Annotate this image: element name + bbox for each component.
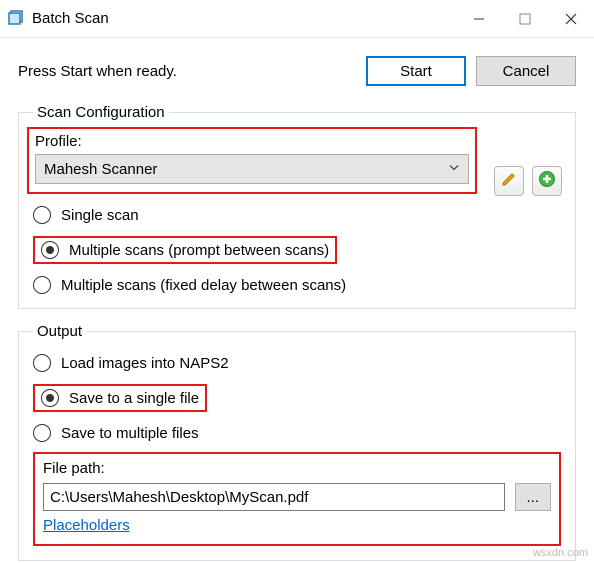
- radio-label: Save to multiple files: [61, 425, 199, 442]
- profile-select-value: Mahesh Scanner: [44, 161, 157, 178]
- radio-icon: [33, 206, 51, 224]
- browse-label: ...: [527, 489, 540, 506]
- close-button[interactable]: [548, 0, 594, 37]
- radio-label: Multiple scans (prompt between scans): [69, 242, 329, 259]
- radio-single-scan[interactable]: Single scan: [33, 206, 561, 224]
- app-icon: [8, 8, 26, 30]
- radio-icon: [33, 276, 51, 294]
- radio-label: Save to a single file: [69, 390, 199, 407]
- filepath-label: File path:: [43, 460, 551, 477]
- radio-icon: [33, 424, 51, 442]
- radio-icon: [41, 241, 59, 259]
- radio-icon: [33, 354, 51, 372]
- radio-label: Single scan: [61, 207, 139, 224]
- window-title: Batch Scan: [32, 10, 456, 27]
- pencil-icon: [500, 170, 518, 192]
- chevron-down-icon: [448, 161, 460, 178]
- radio-label: Multiple scans (fixed delay between scan…: [61, 277, 346, 294]
- radio-save-single[interactable]: Save to a single file: [33, 384, 207, 412]
- plus-icon: [538, 170, 556, 192]
- filepath-input[interactable]: C:\Users\Mahesh\Desktop\MyScan.pdf: [43, 483, 505, 511]
- radio-multiple-fixed[interactable]: Multiple scans (fixed delay between scan…: [33, 276, 561, 294]
- browse-button[interactable]: ...: [515, 483, 551, 511]
- output-group: Output Load images into NAPS2 Save to a …: [18, 323, 576, 561]
- radio-label: Load images into NAPS2: [61, 355, 229, 372]
- scan-configuration-legend: Scan Configuration: [33, 104, 169, 121]
- start-button[interactable]: Start: [366, 56, 466, 86]
- status-message: Press Start when ready.: [18, 63, 356, 80]
- maximize-button[interactable]: [502, 0, 548, 37]
- radio-save-multiple[interactable]: Save to multiple files: [33, 424, 561, 442]
- titlebar: Batch Scan: [0, 0, 594, 38]
- add-profile-button[interactable]: [532, 166, 562, 196]
- radio-load-images[interactable]: Load images into NAPS2: [33, 354, 561, 372]
- radio-icon: [41, 389, 59, 407]
- edit-profile-button[interactable]: [494, 166, 524, 196]
- minimize-button[interactable]: [456, 0, 502, 37]
- filepath-value: C:\Users\Mahesh\Desktop\MyScan.pdf: [50, 489, 308, 506]
- radio-multiple-prompt[interactable]: Multiple scans (prompt between scans): [33, 236, 337, 264]
- profile-label: Profile:: [35, 133, 469, 150]
- placeholders-link[interactable]: Placeholders: [43, 517, 130, 534]
- profile-select[interactable]: Mahesh Scanner: [35, 154, 469, 184]
- cancel-button[interactable]: Cancel: [476, 56, 576, 86]
- output-legend: Output: [33, 323, 86, 340]
- watermark: wsxdn.com: [533, 547, 588, 559]
- scan-configuration-group: Scan Configuration Profile: Mahesh Scann…: [18, 104, 576, 309]
